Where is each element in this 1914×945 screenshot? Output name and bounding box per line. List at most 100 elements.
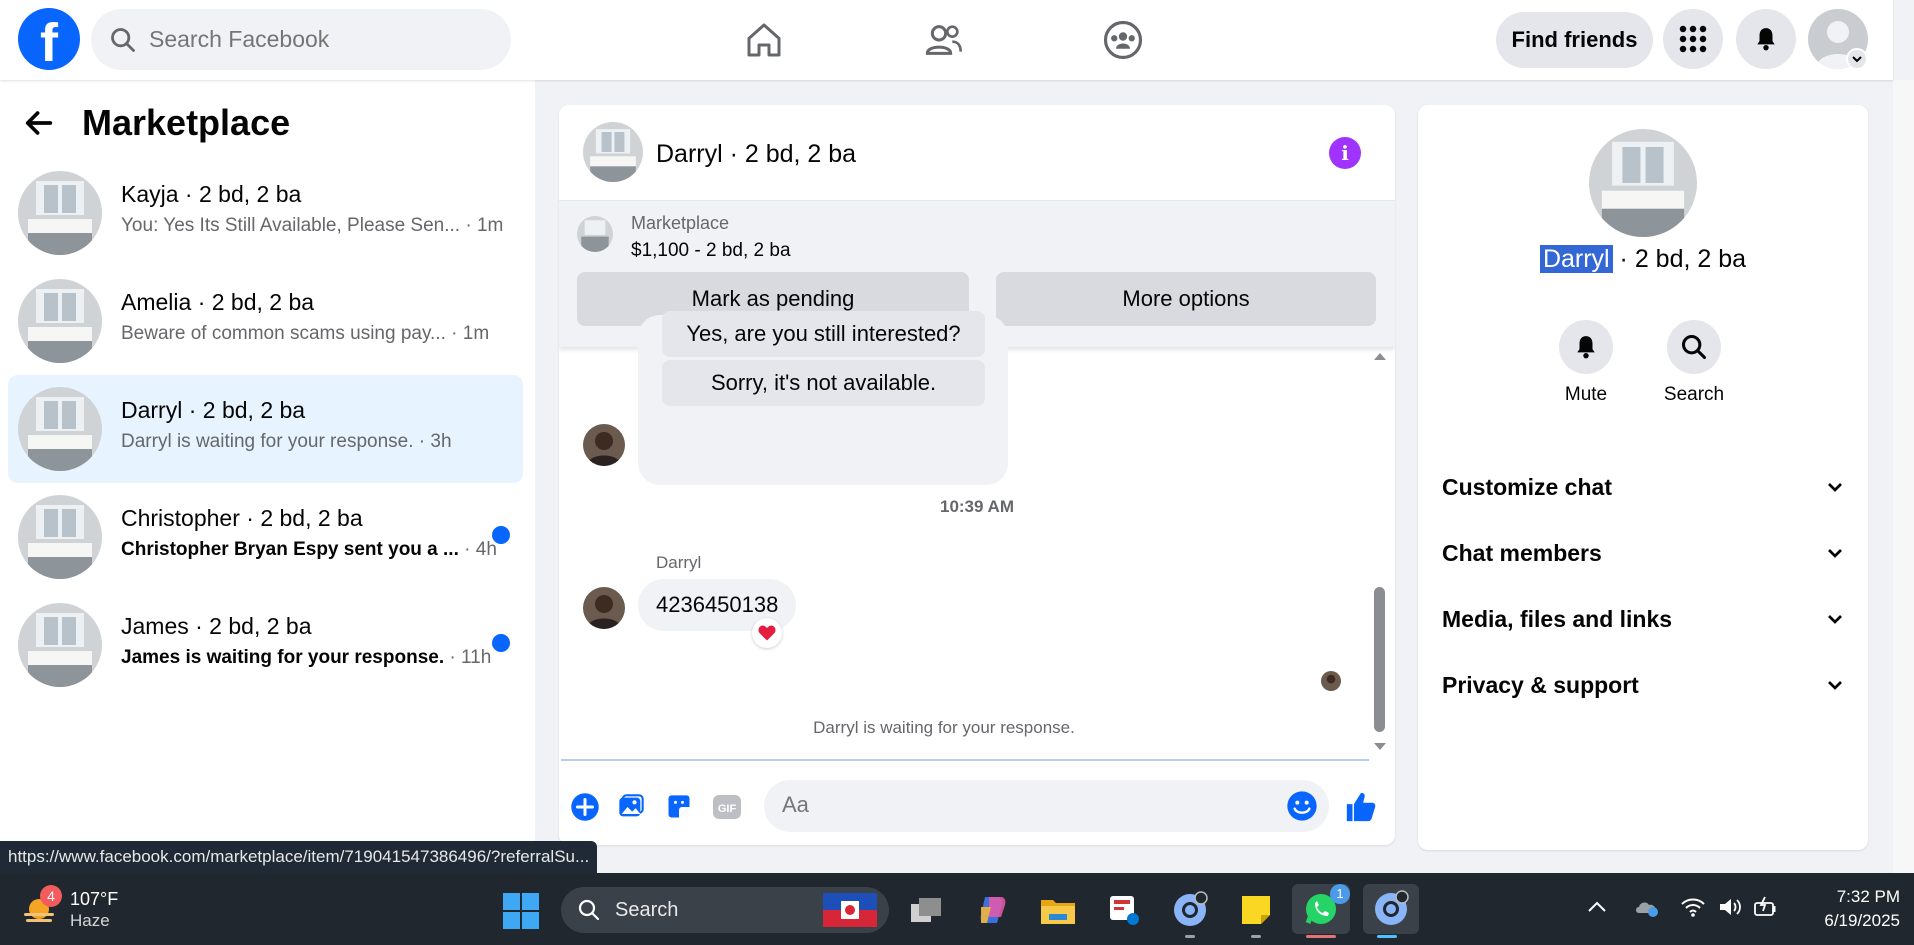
search-in-chat-button[interactable]: Search — [1654, 320, 1734, 406]
emoji-icon[interactable] — [1286, 790, 1318, 822]
chrome-profile-icon[interactable] — [1166, 886, 1214, 938]
mute-button[interactable]: Mute — [1546, 320, 1626, 406]
conversation-item-kayja[interactable]: Kayja · 2 bd, 2 ba You: Yes Its Still Av… — [8, 159, 523, 267]
snipping-tool-icon[interactable] — [1100, 886, 1148, 934]
onedrive-icon[interactable] — [1633, 895, 1661, 919]
windows-start-icon[interactable] — [503, 893, 539, 934]
search-icon — [1681, 334, 1707, 360]
volume-icon[interactable] — [1717, 895, 1743, 919]
friends-icon[interactable] — [917, 14, 971, 66]
link-status-url: https://www.facebook.com/marketplace/ite… — [0, 841, 598, 873]
battery-charging-icon[interactable] — [1752, 895, 1778, 919]
listing-thumbnail — [577, 216, 613, 252]
task-view-icon[interactable] — [902, 886, 950, 934]
weather-condition: Haze — [70, 911, 110, 930]
sender-avatar[interactable] — [583, 424, 625, 466]
chevron-down-icon — [1828, 483, 1842, 492]
photo-icon[interactable] — [615, 791, 647, 823]
whatsapp-icon[interactable]: 1 — [1292, 884, 1350, 938]
thumbs-up-icon[interactable] — [1342, 788, 1380, 826]
quick-reply-not-available[interactable]: Sorry, it's not available. — [662, 360, 985, 406]
scroll-up-arrow-icon[interactable] — [1372, 350, 1388, 362]
unread-dot — [492, 526, 510, 544]
temperature: 107°F — [70, 889, 119, 909]
conversation-item-darryl[interactable]: Darryl · 2 bd, 2 ba Darryl is waiting fo… — [8, 375, 523, 483]
chat-header[interactable]: Darryl · 2 bd, 2 ba i — [559, 105, 1395, 201]
message-input[interactable] — [782, 792, 1262, 818]
chrome-active-icon[interactable] — [1363, 884, 1419, 938]
menu-grid-icon[interactable] — [1663, 9, 1723, 69]
weather-widget[interactable]: 4 107°F Haze — [18, 885, 138, 933]
listing-thumbnail — [18, 387, 102, 471]
listing-thumbnail — [18, 495, 102, 579]
waiting-status-text: Darryl is waiting for your response. — [813, 718, 1075, 737]
chevron-down-icon — [1828, 615, 1842, 624]
quick-reply-still-interested[interactable]: Yes, are you still interested? — [662, 311, 985, 357]
page-scrollbar[interactable] — [1893, 80, 1914, 873]
marketplace-label: Marketplace — [631, 213, 730, 233]
find-friends-button[interactable]: Find friends — [1496, 12, 1653, 68]
info-icon[interactable]: i — [1329, 137, 1361, 169]
customize-chat-section[interactable]: Customize chat — [1442, 467, 1844, 507]
back-arrow-icon[interactable] — [22, 106, 56, 140]
top-navigation-bar: f Find friends — [0, 0, 1893, 80]
listing-thumbnail — [18, 603, 102, 687]
chevron-down-icon[interactable] — [1846, 48, 1868, 70]
whatsapp-badge: 1 — [1330, 884, 1350, 904]
chevron-down-icon — [1828, 681, 1842, 690]
search-input[interactable] — [149, 26, 489, 53]
conversation-name: Amelia · 2 bd, 2 ba — [121, 289, 315, 315]
conversation-name: Christopher · 2 bd, 2 ba — [121, 505, 363, 531]
file-explorer-icon[interactable] — [1034, 886, 1082, 934]
system-clock[interactable]: 7:32 PM 6/19/2025 — [1800, 885, 1900, 933]
notifications-bell-icon[interactable] — [1736, 9, 1796, 69]
message-input-box[interactable] — [764, 780, 1329, 832]
listing-thumbnail — [18, 279, 102, 363]
conversation-preview: Beware of common scams using pay... · 1m — [121, 323, 490, 344]
seen-indicator-avatar — [1321, 671, 1341, 691]
copilot-icon[interactable] — [968, 886, 1016, 934]
more-options-button[interactable]: More options — [996, 272, 1376, 326]
gif-icon[interactable]: GIF — [711, 791, 743, 823]
windows-taskbar: 4 107°F Haze Search 1 7:32 PM 6/19/2025 — [0, 873, 1914, 945]
search-icon — [111, 27, 135, 52]
facebook-logo[interactable]: f — [18, 8, 80, 70]
svg-text:GIF: GIF — [718, 803, 737, 815]
media-files-links-section[interactable]: Media, files and links — [1442, 599, 1844, 639]
conversation-name: Kayja · 2 bd, 2 ba — [121, 181, 302, 207]
conversation-name: James · 2 bd, 2 ba — [121, 613, 312, 639]
search-box[interactable] — [91, 9, 511, 70]
taskbar-search[interactable]: Search — [561, 887, 889, 933]
sticker-icon[interactable] — [663, 791, 695, 823]
selected-name-text[interactable]: Darryl — [1539, 245, 1613, 273]
conversation-name: Darryl · 2 bd, 2 ba — [121, 397, 306, 423]
conversation-preview: James is waiting for your response. · 11… — [121, 647, 492, 668]
weather-badge: 4 — [40, 885, 62, 907]
scroll-down-arrow-icon[interactable] — [1372, 741, 1388, 753]
wifi-icon[interactable] — [1680, 895, 1706, 919]
groups-icon[interactable] — [1096, 14, 1150, 66]
conversation-preview: Darryl is waiting for your response. · 3… — [121, 431, 452, 452]
conversation-item-james[interactable]: James · 2 bd, 2 ba James is waiting for … — [8, 591, 523, 699]
heart-reaction-icon[interactable] — [752, 618, 782, 648]
chat-members-section[interactable]: Chat members — [1442, 533, 1844, 573]
conversation-item-christopher[interactable]: Christopher · 2 bd, 2 ba Christopher Bry… — [8, 483, 523, 591]
bell-icon — [1577, 336, 1595, 359]
sidebar-header: Marketplace — [22, 102, 290, 144]
sticky-notes-icon[interactable] — [1232, 886, 1280, 938]
sender-avatar[interactable] — [583, 587, 625, 629]
listing-photo[interactable] — [1589, 129, 1697, 237]
page-title: Marketplace — [82, 102, 291, 143]
conversation-item-amelia[interactable]: Amelia · 2 bd, 2 ba Beware of common sca… — [8, 267, 523, 375]
privacy-support-section[interactable]: Privacy & support — [1442, 665, 1844, 705]
chevron-down-icon — [1828, 549, 1842, 558]
listing-price[interactable]: $1,100 - 2 bd, 2 ba — [631, 240, 791, 262]
composer-divider — [561, 759, 1369, 761]
conversation-preview: Christopher Bryan Espy sent you a ... · … — [121, 539, 497, 560]
chat-scrollbar-thumb[interactable] — [1374, 587, 1385, 732]
home-icon[interactable] — [737, 14, 791, 66]
unread-dot — [492, 634, 510, 652]
add-plus-icon[interactable] — [569, 791, 601, 823]
search-icon — [578, 899, 600, 921]
chevron-up-icon[interactable] — [1585, 895, 1609, 919]
